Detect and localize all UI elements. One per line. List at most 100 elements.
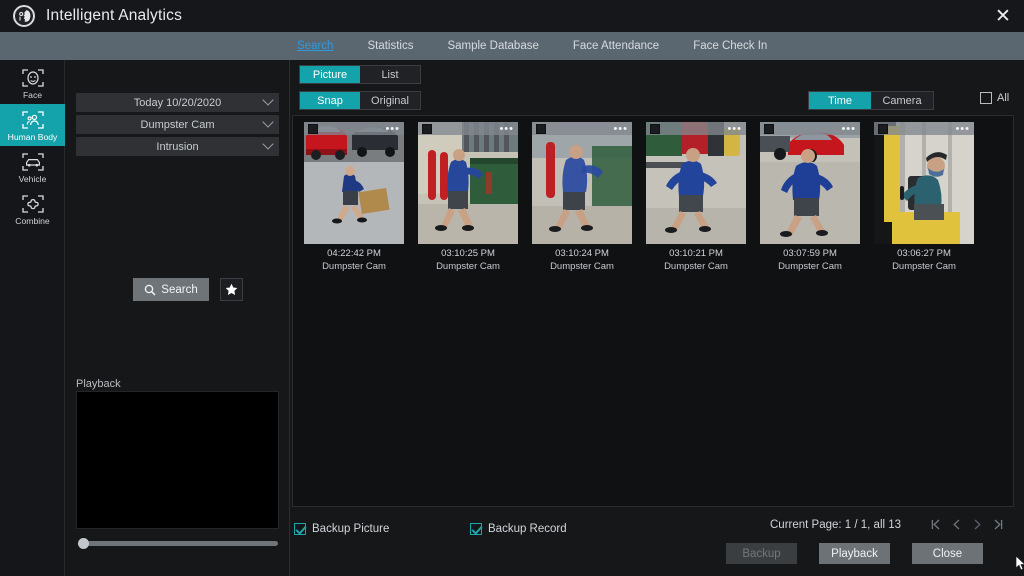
result-thumbnail[interactable]: ••• 04:22:42 PM Dumpster Cam [304,122,404,272]
result-image[interactable]: ••• [418,122,518,244]
backup-picture-checkbox[interactable]: Backup Picture [294,523,389,535]
next-page-icon[interactable] [972,517,983,535]
result-meta: 03:06:27 PM Dumpster Cam [874,244,974,272]
search-button[interactable]: Search [133,278,209,301]
result-toolbar: ••• [304,122,404,135]
result-time: 03:10:24 PM [555,248,609,259]
page-info: Current Page: 1 / 1, all 13 [770,519,902,531]
result-meta: 03:10:24 PM Dumpster Cam [532,244,632,272]
result-more-options-icon[interactable]: ••• [727,123,742,134]
result-toolbar: ••• [532,122,632,135]
result-more-options-icon[interactable]: ••• [841,123,856,134]
tab-face-check-in[interactable]: Face Check In [693,40,767,52]
playback-button[interactable]: Playback [819,543,890,564]
results-gallery: ••• 04:22:42 PM Dumpster Cam ••• 03:10:25 PM… [292,115,1024,571]
prev-page-icon[interactable] [951,517,962,535]
backup-picture-box[interactable] [294,523,306,535]
close-icon[interactable]: ✕ [988,3,1018,29]
playback-slider-knob[interactable] [78,538,89,549]
result-meta: 03:07:59 PM Dumpster Cam [760,244,860,272]
combine-icon [20,193,46,215]
result-time: 04:22:42 PM [327,248,381,259]
result-select-checkbox[interactable] [650,123,660,134]
result-image[interactable]: ••• [646,122,746,244]
sidebar-item-label: Combine [15,215,50,226]
result-select-checkbox[interactable] [764,123,774,134]
result-image[interactable]: ••• [760,122,860,244]
filter-panel: Today 10/20/2020 Dumpster Cam Intrusion … [66,60,290,576]
playback-slider[interactable] [78,538,278,549]
dropdown-event-type-value: Intrusion [156,140,199,153]
dropdown-event-type[interactable]: Intrusion [76,137,279,156]
backup-picture-label: Backup Picture [312,523,390,535]
result-select-checkbox[interactable] [878,123,888,134]
result-select-checkbox[interactable] [422,123,432,134]
tab-face-attendance[interactable]: Face Attendance [573,40,659,52]
chevron-down-icon [262,138,274,150]
backup-button: Backup [726,543,797,564]
face-analytics-logo [13,5,35,27]
result-toolbar: ••• [874,122,974,135]
sidebar-item-label: Human Body [7,131,58,142]
mouse-cursor [1016,556,1024,571]
result-camera: Dumpster Cam [436,261,500,272]
backup-record-label: Backup Record [488,523,567,535]
tab-statistics[interactable]: Statistics [367,40,413,52]
result-thumbnail[interactable]: ••• 03:10:24 PM Dumpster Cam [532,122,632,272]
title-bar: Intelligent Analytics ✕ [0,0,1024,32]
close-button[interactable]: Close [912,543,983,564]
first-page-icon[interactable] [930,517,941,535]
display-mode-list[interactable]: List [360,66,420,83]
sidebar-item-human-body[interactable]: Human Body [0,104,65,146]
result-select-checkbox[interactable] [536,123,546,134]
backup-record-checkbox[interactable]: Backup Record [470,523,567,535]
result-image[interactable]: ••• [304,122,404,244]
result-more-options-icon[interactable]: ••• [955,123,970,134]
select-all-checkbox[interactable]: All [980,92,1009,104]
tab-sample-database[interactable]: Sample Database [447,40,538,52]
sidebar-item-vehicle[interactable]: Vehicle [0,146,65,188]
result-thumbnail[interactable]: ••• 03:10:25 PM Dumpster Cam [418,122,518,272]
tab-search[interactable]: Search [297,40,333,52]
search-button-label: Search [161,283,198,296]
result-more-options-icon[interactable]: ••• [385,123,400,134]
result-camera: Dumpster Cam [550,261,614,272]
result-select-checkbox[interactable] [308,123,318,134]
select-all-box[interactable] [980,92,992,104]
sort-mode-time[interactable]: Time [809,92,871,109]
search-controls: Search [133,278,243,301]
dropdown-date-range[interactable]: Today 10/20/2020 [76,93,279,112]
dropdown-camera[interactable]: Dumpster Cam [76,115,279,134]
backup-record-box[interactable] [470,523,482,535]
result-thumbnail[interactable]: ••• 03:07:59 PM Dumpster Cam [760,122,860,272]
result-toolbar: ••• [760,122,860,135]
dropdown-date-range-value: Today 10/20/2020 [133,96,222,109]
favorite-button[interactable] [220,278,243,301]
intelligent-analytics-window: Intelligent Analytics ✕ Search Statistics… [0,0,1024,576]
result-image[interactable]: ••• [874,122,974,244]
result-image[interactable]: ••• [532,122,632,244]
playback-label: Playback [76,378,121,390]
sort-mode-camera[interactable]: Camera [871,92,933,109]
display-mode-picture[interactable]: Picture [300,66,360,83]
footer-buttons: Backup Playback Close [726,543,983,564]
image-mode-snap[interactable]: Snap [300,92,360,109]
result-thumbnail[interactable]: ••• 03:06:27 PM Dumpster Cam [874,122,974,272]
result-camera: Dumpster Cam [322,261,386,272]
sidebar-item-combine[interactable]: Combine [0,188,65,230]
select-all-label: All [997,92,1010,104]
sidebar-item-face[interactable]: Face [0,62,65,104]
result-meta: 04:22:42 PM Dumpster Cam [304,244,404,272]
star-icon [225,283,238,295]
result-time: 03:10:21 PM [669,248,723,259]
last-page-icon[interactable] [993,517,1004,535]
playback-video-area[interactable] [76,391,279,529]
sidebar: Face Human Body Vehicle Combine [0,60,65,576]
sidebar-item-label: Vehicle [18,173,47,184]
app-title: Intelligent Analytics [46,7,183,24]
result-toolbar: ••• [418,122,518,135]
result-more-options-icon[interactable]: ••• [499,123,514,134]
result-thumbnail[interactable]: ••• 03:10:21 PM Dumpster Cam [646,122,746,272]
result-more-options-icon[interactable]: ••• [613,123,628,134]
image-mode-original[interactable]: Original [360,92,420,109]
